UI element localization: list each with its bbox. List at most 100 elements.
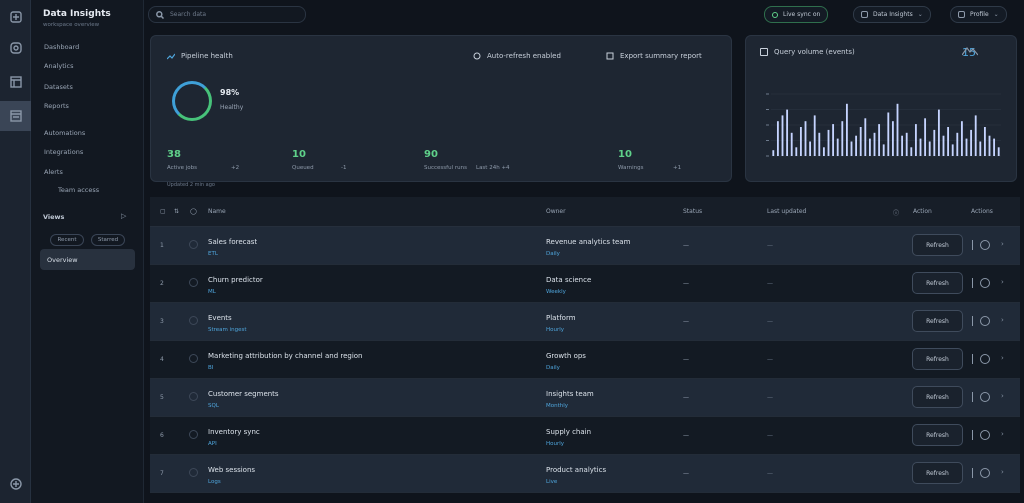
header-sort-icon[interactable]: ⇅	[174, 208, 179, 215]
table-row[interactable]: 4 Marketing attribution by channel and re…	[150, 341, 1020, 379]
sidebar-item-team-access[interactable]: Team access	[58, 186, 99, 194]
header-name[interactable]: Name	[208, 208, 226, 215]
live-sync-label: Live sync on	[783, 11, 821, 18]
table-row[interactable]: 3 Events Stream ingest Platform Hourly — — Refr…	[150, 303, 1020, 341]
row-select-checkbox[interactable]	[189, 468, 198, 477]
inbox-icon[interactable]	[0, 101, 31, 131]
header-action: Action	[913, 208, 932, 215]
row-select-checkbox[interactable]	[189, 240, 198, 249]
collapse-chevron-icon[interactable]: ▷	[121, 212, 126, 220]
row-schedule: Daily	[546, 365, 560, 371]
export-report-link[interactable]: Export summary report	[606, 52, 702, 60]
row-refresh-button[interactable]: Refresh	[912, 272, 963, 294]
table-row[interactable]: 2 Churn predictor ML Data science Weekly — — Re…	[150, 265, 1020, 303]
summary-title: Pipeline health	[181, 52, 233, 60]
chart-bar	[901, 135, 904, 156]
search-input[interactable]: Search data	[148, 6, 306, 23]
health-ring	[172, 81, 212, 121]
table-row[interactable]: 5 Customer segments SQL Insights team Monthl…	[150, 379, 1020, 417]
row-select-checkbox[interactable]	[189, 392, 198, 401]
icon-rail	[0, 0, 31, 503]
sidebar: Data Insights workspace overview Dashboa…	[31, 0, 144, 503]
chart-bar	[937, 109, 940, 156]
row-owner: Platform	[546, 314, 576, 322]
row-refresh-button[interactable]: Refresh	[912, 234, 963, 256]
row-name[interactable]: Customer segments	[208, 390, 279, 398]
chart-bar	[970, 129, 973, 156]
chart-bar	[799, 127, 802, 156]
row-more-icon[interactable]: ›	[1001, 392, 1004, 400]
row-info-icon[interactable]	[980, 392, 990, 402]
row-name[interactable]: Events	[208, 314, 232, 322]
chart-bar	[813, 115, 816, 156]
row-info-icon[interactable]	[980, 430, 990, 440]
chart-bar	[795, 147, 798, 156]
sidebar-item-dashboard[interactable]: Dashboard	[44, 43, 79, 51]
row-info-icon[interactable]	[980, 240, 990, 250]
row-name[interactable]: Churn predictor	[208, 276, 263, 284]
row-more-icon[interactable]: ›	[1001, 278, 1004, 286]
layout-icon[interactable]	[5, 71, 26, 92]
row-more-icon[interactable]: ›	[1001, 430, 1004, 438]
header-select-all[interactable]: ◯	[190, 208, 197, 215]
row-select-checkbox[interactable]	[189, 278, 198, 287]
sidebar-item-automations[interactable]: Automations	[44, 129, 85, 137]
chart-bar	[864, 118, 867, 156]
header-updated[interactable]: Last updated	[767, 208, 806, 215]
chip-starred[interactable]: Starred	[91, 234, 125, 246]
row-name[interactable]: Sales forecast	[208, 238, 257, 246]
row-refresh-button[interactable]: Refresh	[912, 462, 963, 484]
sidebar-item-reports[interactable]: Reports	[44, 102, 69, 110]
header-owner[interactable]: Owner	[546, 208, 566, 215]
export-icon	[606, 52, 614, 60]
row-updated: —	[767, 242, 773, 249]
row-info-icon[interactable]	[980, 468, 990, 478]
sidebar-item-integrations[interactable]: Integrations	[44, 148, 83, 156]
chart-bar	[850, 141, 853, 156]
row-schedule: Daily	[546, 251, 560, 257]
sidebar-item-analytics[interactable]: Analytics	[44, 62, 74, 70]
sidebar-item-overview[interactable]: Overview	[40, 249, 135, 270]
chart-bar	[845, 103, 848, 156]
sidebar-item-alerts[interactable]: Alerts	[44, 168, 63, 176]
row-updated: —	[767, 318, 773, 325]
stat-value: 90	[424, 149, 438, 160]
row-refresh-button[interactable]: Refresh	[912, 348, 963, 370]
row-refresh-button[interactable]: Refresh	[912, 424, 963, 446]
header-status[interactable]: Status	[683, 208, 702, 215]
auto-refresh-toggle[interactable]: Auto-refresh enabled	[473, 52, 561, 60]
chip-recent[interactable]: Recent	[50, 234, 84, 246]
workspace-label: Data Insights	[873, 11, 913, 18]
profile-menu[interactable]: Profile ⌄	[950, 6, 1007, 23]
add-icon[interactable]	[5, 473, 26, 494]
row-more-icon[interactable]: ›	[1001, 468, 1004, 476]
row-select-checkbox[interactable]	[189, 316, 198, 325]
summary-title-row: Pipeline health	[167, 52, 233, 60]
table-row[interactable]: 7 Web sessions Logs Product analytics Live — —…	[150, 455, 1020, 493]
table-row[interactable]: 6 Inventory sync API Supply chain Hourly — — Re…	[150, 417, 1020, 455]
row-info-icon[interactable]	[980, 278, 990, 288]
row-name[interactable]: Marketing attribution by channel and reg…	[208, 352, 363, 360]
home-icon[interactable]	[5, 6, 26, 27]
row-select-checkbox[interactable]	[189, 354, 198, 363]
row-updated: —	[767, 280, 773, 287]
row-refresh-button[interactable]: Refresh	[912, 310, 963, 332]
row-select-checkbox[interactable]	[189, 430, 198, 439]
row-name[interactable]: Web sessions	[208, 466, 255, 474]
row-name[interactable]: Inventory sync	[208, 428, 260, 436]
row-more-icon[interactable]: ›	[1001, 240, 1004, 248]
row-info-icon[interactable]	[980, 316, 990, 326]
gear-icon[interactable]	[5, 37, 26, 58]
sidebar-item-datasets[interactable]: Datasets	[44, 83, 73, 91]
live-sync-toggle[interactable]: Live sync on	[764, 6, 829, 23]
row-info-icon[interactable]	[980, 354, 990, 364]
table-header: ▢ ⇅ ◯ Name Owner Status Last updated ⓘ A…	[150, 197, 1020, 227]
row-type: Logs	[208, 479, 221, 485]
workspace-switcher[interactable]: Data Insights ⌄	[853, 6, 931, 23]
chart-bar	[818, 132, 821, 156]
row-more-icon[interactable]: ›	[1001, 316, 1004, 324]
row-more-icon[interactable]: ›	[1001, 354, 1004, 362]
info-icon[interactable]: ⓘ	[893, 208, 899, 217]
table-row[interactable]: 1 Sales forecast ETL Revenue analytics team…	[150, 227, 1020, 265]
row-refresh-button[interactable]: Refresh	[912, 386, 963, 408]
